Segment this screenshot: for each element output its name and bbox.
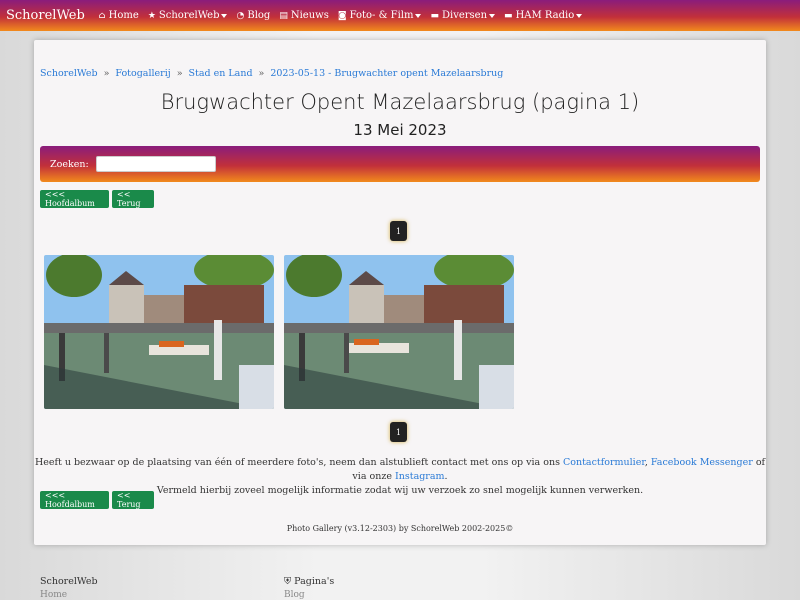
gallery-photo[interactable] — [284, 255, 514, 409]
nav-foto-film[interactable]: ◙ Foto- & Film — [338, 10, 422, 21]
photo-canal-bridge — [284, 255, 514, 409]
chevron-down-icon — [489, 13, 496, 18]
search-bar: Zoeken: — [40, 146, 760, 182]
main-card: SchorelWeb » Fotogallerij » Stad en Land… — [34, 40, 766, 545]
breadcrumb-item[interactable]: 2023-05-13 - Brugwachter opent Mazelaars… — [270, 68, 503, 79]
notice-text: . — [444, 471, 448, 482]
chevron-down-icon — [221, 13, 228, 18]
gallery-photo[interactable] — [44, 255, 274, 409]
nav-home-label: Home — [108, 10, 139, 21]
breadcrumb-item[interactable]: Stad en Land — [189, 68, 253, 79]
gallery-credit: Photo Gallery (v3.12-2303) by SchorelWeb… — [286, 524, 514, 533]
breadcrumb-separator: » — [176, 68, 183, 79]
nav-ham-radio-label: HAM Radio — [515, 10, 575, 21]
breadcrumb-separator: » — [258, 68, 265, 79]
nav-blog-label: Blog — [247, 10, 271, 21]
nav-home[interactable]: ⌂ Home — [99, 10, 139, 21]
home-icon: ⌂ — [98, 10, 106, 21]
folder-icon: ▬ — [430, 10, 439, 21]
photo-canal-bridge — [44, 255, 274, 409]
footer-column: SchorelWeb Home — [40, 576, 98, 600]
pagination-current[interactable]: 1 — [390, 422, 407, 442]
newspaper-icon: ▤ — [279, 10, 288, 21]
camera-icon: ◙ — [337, 10, 347, 21]
notice-text: Heeft u bezwaar op de plaatsing van één … — [34, 457, 563, 468]
page-subtitle: 13 Mei 2023 — [353, 121, 447, 139]
nav-foto-film-label: Foto- & Film — [349, 10, 414, 21]
back-button[interactable]: << Terug — [112, 491, 154, 509]
nav-diversen[interactable]: ▬ Diversen — [430, 10, 496, 21]
facebook-messenger-link[interactable]: Facebook Messenger — [651, 457, 753, 468]
search-input[interactable] — [95, 156, 216, 172]
footer-link-blog[interactable]: Blog — [284, 590, 334, 600]
nav-diversen-label: Diversen — [441, 10, 488, 21]
rss-icon: ◔ — [236, 10, 245, 21]
top-navbar: SchorelWeb ⌂ Home ★ SchorelWeb ◔ Blog ▤ … — [0, 0, 800, 31]
nav-schorelweb[interactable]: ★ SchorelWeb — [148, 10, 228, 21]
page-title: Brugwachter Opent Mazelaarsbrug (pagina … — [160, 90, 640, 114]
breadcrumb: SchorelWeb » Fotogallerij » Stad en Land… — [40, 68, 503, 79]
shield-icon: ⛨ — [284, 576, 292, 587]
footer-title: Pagina's — [294, 576, 335, 587]
folder-icon: ▬ — [504, 10, 513, 21]
breadcrumb-item[interactable]: SchorelWeb — [40, 68, 98, 79]
footer-link-home[interactable]: Home — [40, 590, 98, 600]
brand-logo[interactable]: SchorelWeb — [6, 8, 85, 23]
search-label: Zoeken: — [50, 158, 89, 170]
nav-schorelweb-label: SchorelWeb — [158, 10, 220, 21]
nav-nieuws[interactable]: ▤ Nieuws — [279, 10, 329, 21]
chevron-down-icon — [415, 13, 422, 18]
footer-column: ⛨ Pagina's Blog — [284, 576, 334, 600]
footer-title: SchorelWeb — [40, 576, 98, 587]
instagram-link[interactable]: Instagram — [395, 471, 445, 482]
chevron-down-icon — [576, 13, 583, 18]
footer-title-row: ⛨ Pagina's — [284, 576, 334, 587]
main-album-button[interactable]: <<< Hoofdalbum — [40, 491, 109, 509]
main-album-button[interactable]: <<< Hoofdalbum — [40, 190, 109, 208]
contact-form-link[interactable]: Contactformulier — [563, 457, 645, 468]
star-icon: ★ — [147, 10, 156, 21]
notice-line-1: Heeft u bezwaar op de plaatsing van één … — [34, 456, 766, 484]
back-button[interactable]: << Terug — [112, 190, 154, 208]
pagination-current[interactable]: 1 — [390, 221, 407, 241]
nav-ham-radio[interactable]: ▬ HAM Radio — [504, 10, 583, 21]
breadcrumb-separator: » — [103, 68, 110, 79]
breadcrumb-item[interactable]: Fotogallerij — [115, 68, 170, 79]
nav-blog[interactable]: ◔ Blog — [236, 10, 270, 21]
nav-nieuws-label: Nieuws — [290, 10, 329, 21]
